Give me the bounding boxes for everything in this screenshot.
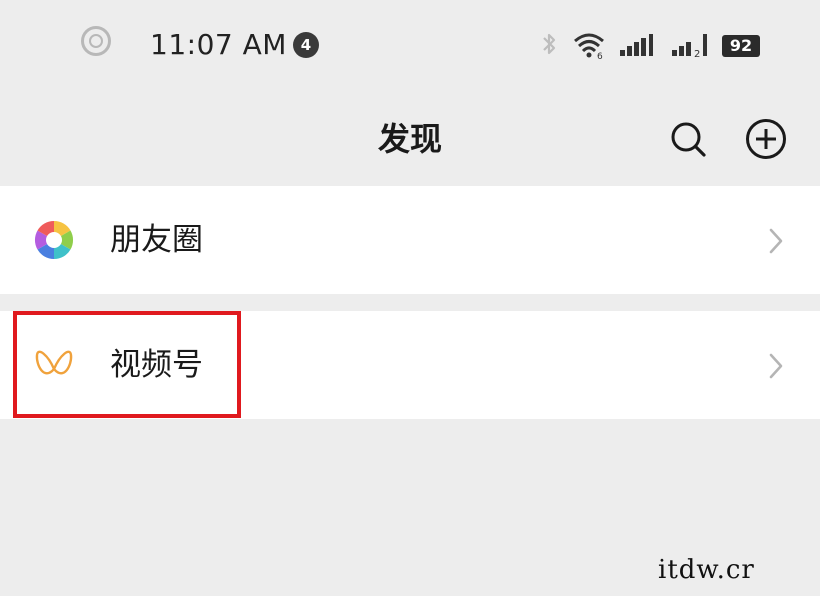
notification-count-badge: 4 — [293, 32, 319, 58]
status-bar: 11:07 AM 4 6 2 92 — [0, 0, 820, 90]
wifi-icon: 6 — [574, 33, 604, 60]
bluetooth-icon — [543, 33, 556, 55]
chevron-right-icon — [769, 228, 783, 254]
signal-strength-icon-2: 2 — [672, 34, 707, 60]
moments-icon — [34, 220, 74, 260]
add-circle-icon[interactable] — [745, 118, 787, 160]
signal-strength-icon-1 — [620, 34, 653, 56]
chevron-right-icon — [769, 353, 783, 379]
moments-label: 朋友圈 — [110, 222, 203, 258]
highlight-annotation-box — [13, 311, 241, 418]
search-icon[interactable] — [668, 119, 708, 159]
wifi-sub-label: 6 — [597, 52, 603, 60]
watermark-text: itdw.cr — [658, 555, 755, 585]
list-item-moments[interactable]: 朋友圈 — [0, 186, 820, 294]
signal2-sub-label: 2 — [694, 49, 700, 60]
status-time: 11:07 AM — [150, 28, 287, 61]
battery-indicator: 92 — [722, 35, 760, 57]
ring-status-icon — [81, 26, 111, 56]
